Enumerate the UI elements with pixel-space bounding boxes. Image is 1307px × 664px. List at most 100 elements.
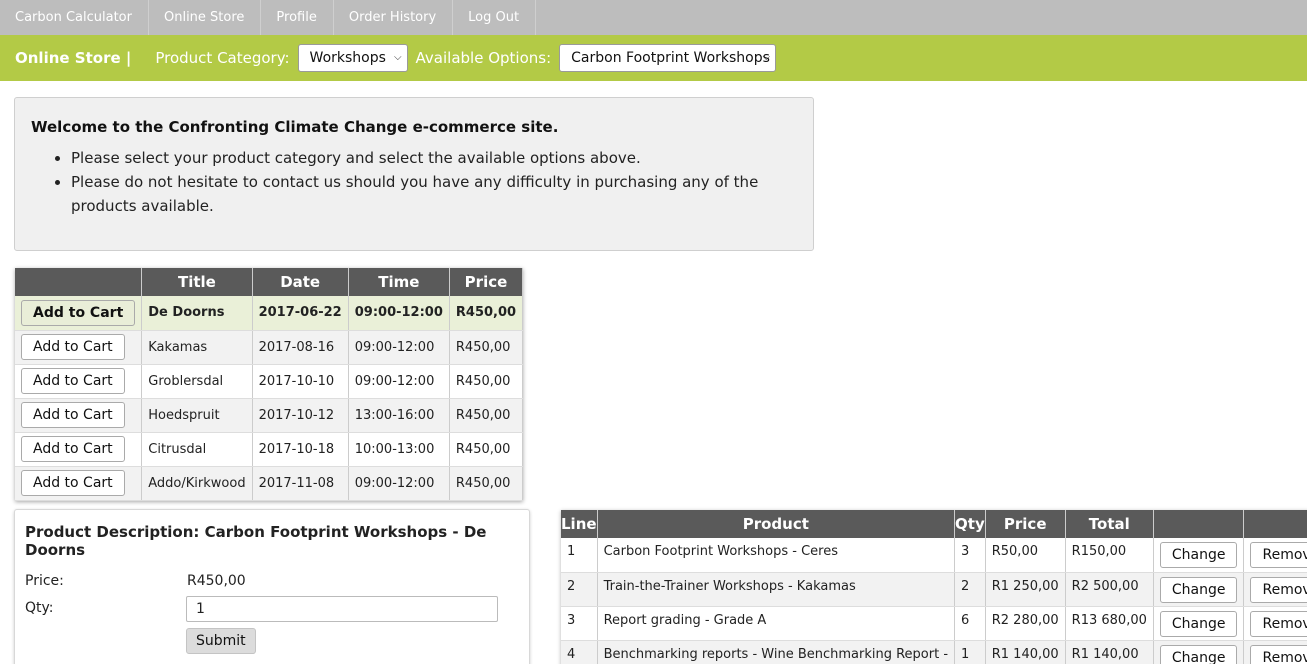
remove-button[interactable]: Remove (1250, 610, 1307, 637)
nav-order-history[interactable]: Order History (334, 0, 454, 35)
product-date: 2017-10-18 (252, 432, 349, 467)
product-price: R450,00 (449, 432, 524, 467)
product-date: 2017-06-22 (252, 296, 349, 331)
product-date: 2017-10-12 (252, 398, 349, 433)
product-time: 09:00-12:00 (348, 296, 450, 331)
table-row: Add to Cart Groblersdal 2017-10-10 09:00… (15, 364, 524, 399)
nav-log-out[interactable]: Log Out (453, 0, 537, 35)
table-row: Add to Cart Citrusdal 2017-10-18 10:00-1… (15, 432, 524, 467)
welcome-bullet: Please select your product category and … (71, 146, 797, 170)
add-to-cart-button[interactable]: Add to Cart (21, 334, 125, 360)
table-row: 4 Benchmarking reports - Wine Benchmarki… (561, 640, 1307, 664)
remove-button[interactable]: Remove (1250, 542, 1307, 568)
add-to-cart-button[interactable]: Add to Cart (21, 402, 125, 428)
product-title: De Doorns (141, 296, 253, 331)
options-select[interactable]: Carbon Footprint Workshops ⌵ (559, 44, 777, 72)
cart-line: 4 (561, 640, 598, 664)
cart-product: Report grading - Grade A (597, 606, 956, 641)
cart-line: 3 (561, 606, 598, 641)
table-row: 2 Train-the-Trainer Workshops - Kakamas … (561, 572, 1307, 607)
category-label: Product Category: (155, 49, 290, 67)
nav-carbon-calculator[interactable]: Carbon Calculator (0, 0, 149, 35)
add-to-cart-button[interactable]: Add to Cart (21, 470, 125, 496)
table-row: 3 Report grading - Grade A 6 R2 280,00 R… (561, 606, 1307, 641)
change-button[interactable]: Change (1159, 542, 1238, 568)
product-price: R450,00 (449, 296, 524, 331)
products-header-row: Title Date Time Price (15, 268, 524, 296)
remove-button[interactable]: Remove (1250, 576, 1307, 603)
product-time: 09:00-12:00 (348, 466, 450, 501)
header-action (15, 268, 143, 296)
add-to-cart-button[interactable]: Add to Cart (21, 436, 125, 462)
header-price: Price (449, 268, 524, 296)
cart-total: R1 140,00 (1065, 640, 1154, 664)
product-date: 2017-11-08 (252, 466, 349, 501)
cart-header-change (1153, 510, 1245, 538)
cart-header-total: Total (1065, 510, 1154, 538)
product-title: Groblersdal (141, 364, 253, 399)
cart-price: R50,00 (985, 538, 1066, 573)
description-heading: Product Description: Carbon Footprint Wo… (25, 523, 519, 559)
product-description-panel: Product Description: Carbon Footprint Wo… (14, 509, 530, 664)
product-price: R450,00 (449, 330, 524, 365)
cart-product: Carbon Footprint Workshops - Ceres (597, 538, 956, 573)
cart-header-line: Line (561, 510, 598, 538)
submit-button[interactable]: Submit (186, 628, 256, 654)
nav-profile[interactable]: Profile (261, 0, 334, 35)
cart-qty: 1 (954, 640, 986, 664)
cart-product: Train-the-Trainer Workshops - Kakamas (597, 572, 956, 607)
welcome-heading: Welcome to the Confronting Climate Chang… (31, 118, 559, 136)
category-select[interactable]: Workshops ⌵ (297, 44, 408, 72)
cart-price: R2 280,00 (985, 606, 1066, 641)
table-row: Add to Cart De Doorns 2017-06-22 09:00-1… (15, 296, 524, 331)
product-time: 09:00-12:00 (348, 330, 450, 365)
product-title: Kakamas (141, 330, 253, 365)
product-title: Citrusdal (141, 432, 253, 467)
cart-header-price: Price (985, 510, 1066, 538)
product-time: 09:00-12:00 (348, 364, 450, 399)
nav-online-store[interactable]: Online Store (149, 0, 262, 35)
add-to-cart-button[interactable]: Add to Cart (21, 368, 125, 394)
add-to-cart-button[interactable]: Add to Cart (21, 299, 136, 326)
cart-product: Benchmarking reports - Wine Benchmarking… (597, 640, 956, 664)
header-date: Date (252, 268, 349, 296)
cart-header-product: Product (597, 510, 956, 538)
table-row: Add to Cart Kakamas 2017-08-16 09:00-12:… (15, 330, 524, 365)
table-row: 1 Carbon Footprint Workshops - Ceres 3 R… (561, 538, 1307, 573)
table-row: Add to Cart Addo/Kirkwood 2017-11-08 09:… (15, 466, 524, 501)
products-table: Title Date Time Price Add to Cart De Doo… (15, 268, 524, 501)
change-button[interactable]: Change (1159, 644, 1238, 664)
header-title: Title (141, 268, 253, 296)
cart-header-row: Line Product Qty Price Total (561, 510, 1307, 538)
product-price: R450,00 (449, 364, 524, 399)
description-label: Product Description: (25, 523, 200, 541)
cart-qty: 3 (954, 538, 986, 573)
cart-qty: 2 (954, 572, 986, 607)
qty-input[interactable]: 1 (186, 596, 498, 622)
cart-header-remove (1243, 510, 1307, 538)
product-price: R450,00 (449, 466, 524, 501)
welcome-bullet: Please do not hesitate to contact us sho… (71, 170, 797, 218)
price-label: Price: (25, 573, 64, 589)
cart-qty: 6 (954, 606, 986, 641)
remove-button[interactable]: Remove (1250, 644, 1307, 664)
cart-header-qty: Qty (954, 510, 986, 538)
table-row: Add to Cart Hoedspruit 2017-10-12 13:00-… (15, 398, 524, 433)
chevron-down-icon: ⌵ (762, 52, 771, 63)
product-title: Addo/Kirkwood (141, 466, 253, 501)
header-time: Time (348, 268, 450, 296)
options-label: Available Options: (415, 49, 552, 67)
product-date: 2017-08-16 (252, 330, 349, 365)
product-time: 13:00-16:00 (348, 398, 450, 433)
cart-table: Line Product Qty Price Total 1 Carbon Fo… (561, 510, 1307, 664)
cart-line: 1 (561, 538, 598, 573)
welcome-panel: Welcome to the Confronting Climate Chang… (14, 97, 814, 251)
store-bar: Online Store | Product Category: Worksho… (0, 35, 1307, 81)
change-button[interactable]: Change (1159, 576, 1238, 603)
cart-total: R13 680,00 (1065, 606, 1154, 641)
welcome-list: Please select your product category and … (71, 146, 797, 218)
options-select-value: Carbon Footprint Workshops (571, 50, 770, 66)
cart-total: R150,00 (1065, 538, 1154, 573)
chevron-down-icon: ⌵ (393, 52, 402, 63)
change-button[interactable]: Change (1159, 610, 1238, 637)
